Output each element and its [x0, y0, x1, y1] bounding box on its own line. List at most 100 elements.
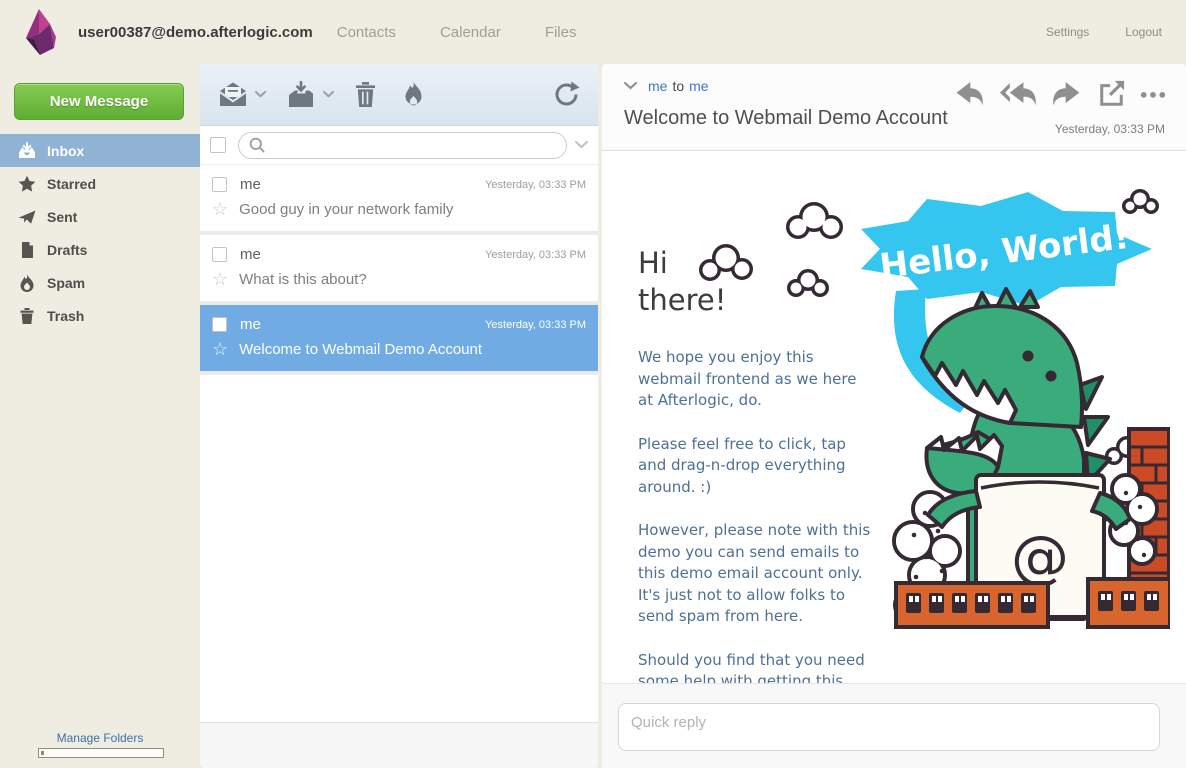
message-subject: What is this about?	[239, 271, 367, 288]
sender-link[interactable]: me	[648, 78, 667, 94]
search-row	[200, 126, 598, 165]
flame-icon	[18, 274, 36, 292]
message-time: Yesterday, 03:33 PM	[485, 179, 586, 191]
external-link-icon	[1098, 80, 1125, 107]
message-checkbox[interactable]	[212, 177, 227, 192]
message-subject: Good guy in your network family	[239, 201, 453, 218]
folder-sidebar: New Message Inbox Starred Sent Drafts	[0, 64, 200, 768]
sidebar-item-sent[interactable]: Sent	[0, 200, 200, 233]
paragraph: We hope you enjoy thiswebmail frontend a…	[638, 347, 1183, 412]
message-sender: me	[240, 246, 261, 263]
message-list-pane: me Yesterday, 03:33 PM ☆ Good guy in you…	[200, 64, 598, 768]
message-checkbox[interactable]	[212, 317, 227, 332]
envelope-open-icon	[218, 81, 248, 108]
message-list-empty-area	[200, 375, 598, 722]
message-sender: me	[240, 176, 261, 193]
spam-button[interactable]	[403, 81, 424, 108]
drafts-icon	[18, 241, 36, 259]
reader-actions	[953, 80, 1166, 107]
topbar: user00387@demo.afterlogic.com Contacts C…	[0, 0, 1186, 64]
star-icon[interactable]: ☆	[212, 200, 228, 218]
message-paragraphs: We hope you enjoy thiswebmail frontend a…	[638, 347, 1183, 683]
message-list-footer	[200, 722, 598, 768]
nav-files[interactable]: Files	[545, 24, 577, 41]
inbox-icon	[18, 142, 36, 160]
message-row[interactable]: me Yesterday, 03:33 PM ☆ Good guy in you…	[200, 165, 598, 235]
sidebar-item-label: Trash	[47, 308, 84, 324]
folder-move-icon	[286, 81, 316, 109]
ellipsis-icon	[1140, 80, 1166, 107]
sidebar-item-label: Starred	[47, 176, 96, 192]
move-to-folder-dropdown[interactable]	[323, 91, 334, 98]
reply-icon	[953, 80, 984, 107]
message-rows: me Yesterday, 03:33 PM ☆ Good guy in you…	[200, 165, 598, 375]
new-message-button[interactable]: New Message	[14, 83, 184, 120]
message-time: Yesterday, 03:33 PM	[485, 319, 586, 331]
message-time: Yesterday, 03:33 PM	[485, 249, 586, 261]
star-icon	[18, 175, 36, 193]
sidebar-item-label: Inbox	[47, 143, 84, 159]
more-actions-button[interactable]	[1140, 80, 1166, 107]
sidebar-item-label: Spam	[47, 275, 85, 291]
paragraph: However, please note with thisdemo you c…	[638, 520, 1183, 628]
reading-pane: me to me Welcome to Webmail Demo Account	[602, 64, 1186, 768]
message-body: Hello, World!	[602, 151, 1186, 683]
nav-calendar[interactable]: Calendar	[440, 24, 501, 41]
settings-link[interactable]: Settings	[1046, 25, 1089, 39]
star-icon[interactable]: ☆	[212, 340, 228, 358]
message-row-selected[interactable]: me Yesterday, 03:33 PM ☆ Welcome to Webm…	[200, 305, 598, 375]
trash-icon	[18, 307, 36, 325]
refresh-icon	[553, 81, 580, 108]
message-subject: Welcome to Webmail Demo Account	[239, 341, 482, 358]
sidebar-item-starred[interactable]: Starred	[0, 167, 200, 200]
sidebar-item-trash[interactable]: Trash	[0, 299, 200, 332]
reply-button[interactable]	[953, 80, 984, 107]
search-field[interactable]	[238, 132, 567, 159]
sidebar-item-drafts[interactable]: Drafts	[0, 233, 200, 266]
star-icon[interactable]: ☆	[212, 270, 228, 288]
recipient-link[interactable]: me	[689, 78, 708, 94]
manage-folders-link[interactable]: Manage Folders	[0, 731, 200, 745]
refresh-button[interactable]	[553, 81, 580, 108]
forward-icon	[1052, 80, 1083, 107]
nav-contacts[interactable]: Contacts	[337, 24, 396, 41]
message-sender: me	[240, 316, 261, 333]
collapse-chevron-icon[interactable]	[624, 82, 637, 90]
reply-all-button[interactable]	[999, 80, 1037, 107]
sidebar-item-inbox[interactable]: Inbox	[0, 134, 200, 167]
message-row[interactable]: me Yesterday, 03:33 PM ☆ What is this ab…	[200, 235, 598, 305]
flame-icon	[403, 81, 424, 108]
search-options-chevron-icon[interactable]	[575, 141, 588, 149]
paragraph: Should you find that you needsome help w…	[638, 650, 1183, 684]
forward-button[interactable]	[1052, 80, 1083, 107]
message-toolbar	[200, 64, 598, 126]
to-preposition: to	[672, 78, 684, 94]
quick-reply-area	[602, 683, 1186, 768]
logout-link[interactable]: Logout	[1125, 25, 1162, 39]
reader-header: me to me Welcome to Webmail Demo Account	[602, 64, 1186, 151]
send-icon	[18, 208, 36, 226]
reply-all-icon	[999, 80, 1037, 107]
mark-read-button[interactable]	[218, 81, 248, 108]
sidebar-item-spam[interactable]: Spam	[0, 266, 200, 299]
trash-icon	[354, 81, 377, 108]
sidebar-horizontal-scrollbar[interactable]	[38, 748, 164, 758]
greeting-text: Hithere!	[638, 245, 726, 319]
search-icon	[249, 137, 265, 153]
quick-reply-input[interactable]	[618, 703, 1160, 751]
open-in-new-window-button[interactable]	[1098, 80, 1125, 107]
search-input[interactable]	[271, 138, 556, 153]
move-to-folder-button[interactable]	[286, 81, 316, 109]
sidebar-item-label: Drafts	[47, 242, 87, 258]
sidebar-item-label: Sent	[47, 209, 77, 225]
top-navigation: Contacts Calendar Files	[337, 24, 577, 41]
account-email: user00387@demo.afterlogic.com	[78, 24, 313, 41]
afterlogic-logo	[14, 7, 62, 57]
select-all-checkbox[interactable]	[210, 137, 226, 153]
message-timestamp: Yesterday, 03:33 PM	[1055, 122, 1165, 136]
topbar-right: Settings Logout	[1046, 25, 1162, 39]
message-checkbox[interactable]	[212, 247, 227, 262]
mark-read-dropdown[interactable]	[255, 91, 266, 98]
delete-button[interactable]	[354, 81, 377, 108]
scrollbar-thumb[interactable]	[41, 751, 44, 755]
